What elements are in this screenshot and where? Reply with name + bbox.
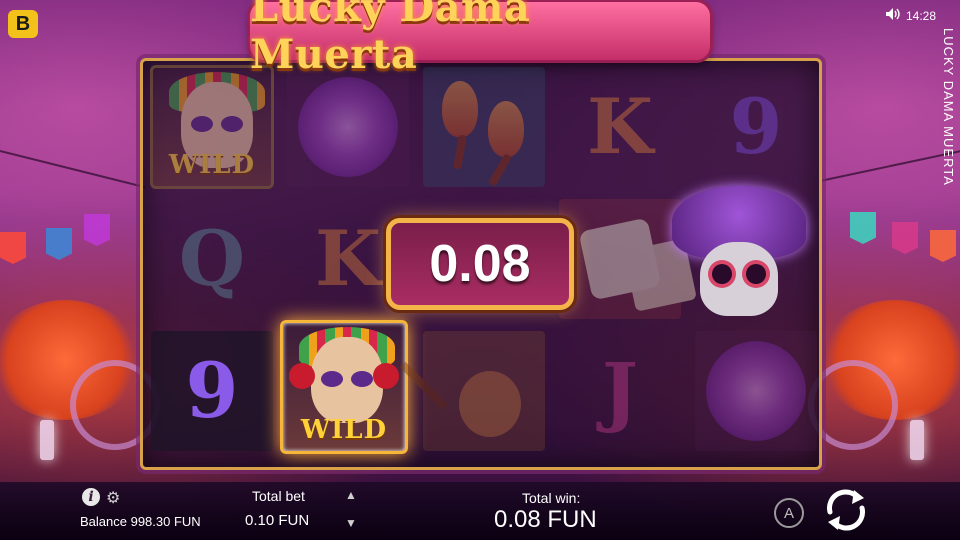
brand-logo-letter: B — [15, 12, 31, 35]
spin-arrows-icon — [827, 489, 865, 531]
face-paint — [191, 116, 213, 132]
sugar-skull-icon — [700, 242, 778, 316]
autoplay-icon: A — [783, 504, 794, 522]
candle — [910, 420, 924, 460]
flag-string-left — [0, 150, 146, 189]
wild-symbol-card: WILD — [280, 320, 408, 454]
dahlia-flower-icon — [298, 77, 398, 177]
reel-symbol-j: J — [555, 327, 685, 455]
letter-q-symbol: Q — [178, 214, 246, 303]
reel-symbol-9: 9 — [691, 63, 821, 191]
reel-symbol-maracas — [419, 63, 549, 191]
info-icon: i — [88, 489, 94, 505]
status-bar: 14:28 — [885, 8, 936, 23]
bet-decrease-button[interactable]: ▼ — [345, 516, 357, 530]
reel-symbol-wild: WILD — [279, 320, 409, 454]
flag-string-right — [819, 148, 960, 182]
papel-picado-flag — [0, 232, 26, 264]
papel-picado-flag — [892, 222, 918, 254]
settings-button[interactable]: ⚙ — [106, 488, 120, 508]
sugar-skull-sombrero-symbol — [672, 186, 806, 326]
maracas-icon — [434, 77, 534, 187]
game-background: B 14:28 LUCKY DAMA MUERTA WILD K 9 Q K 9… — [0, 0, 960, 540]
game-title: Lucky Dama Muerta — [250, 0, 531, 78]
clock-time: 14:28 — [905, 8, 936, 23]
letter-j-symbol: J — [602, 346, 638, 435]
face-paint — [321, 371, 343, 387]
reel-symbol-dice — [555, 195, 685, 323]
rose-icon — [373, 363, 399, 389]
face-paint — [221, 116, 243, 132]
reel-symbol-k: K — [555, 63, 685, 191]
win-amount: 0.08 — [429, 235, 531, 293]
number-9-symbol: 9 — [185, 346, 239, 435]
bet-increase-button[interactable]: ▲ — [345, 488, 357, 502]
letter-k-symbol: K — [314, 214, 382, 303]
wild-label: WILD — [168, 150, 256, 180]
letter-k-symbol: K — [586, 82, 654, 171]
papel-picado-flag — [46, 228, 72, 260]
total-bet-value: 0.10 FUN — [245, 512, 310, 529]
number-9-symbol: 9 — [729, 82, 783, 171]
reel-symbol-wild: WILD — [147, 63, 277, 191]
balance-display: Balance 998.30 FUN — [80, 514, 201, 529]
wild-symbol-card: WILD — [150, 65, 274, 189]
gear-icon: ⚙ — [106, 490, 121, 507]
info-button[interactable]: i — [82, 488, 100, 506]
candle — [40, 420, 54, 460]
autoplay-button[interactable]: A — [774, 498, 804, 528]
guitar-icon — [399, 341, 529, 441]
total-win-label: Total win: — [522, 490, 581, 506]
bottom-control-bar — [0, 482, 960, 540]
reel-symbol-q: Q — [147, 195, 277, 323]
game-title-banner: Lucky Dama Muerta — [250, 0, 710, 78]
reel-symbol-guitar — [399, 327, 549, 455]
side-game-title: LUCKY DAMA MUERTA — [941, 28, 956, 186]
total-win-value: 0.08 FUN — [494, 506, 597, 533]
total-bet-label: Total bet — [252, 488, 305, 504]
papel-picado-flag — [850, 212, 876, 244]
papel-picado-flag — [84, 214, 110, 246]
papel-picado-flag — [930, 230, 956, 262]
spin-button[interactable] — [818, 484, 874, 536]
wild-label: WILD — [300, 415, 388, 445]
dice-icon — [578, 217, 662, 301]
brand-logo[interactable]: B — [8, 10, 38, 38]
rose-icon — [289, 363, 315, 389]
dahlia-flower-icon — [706, 341, 806, 441]
face-paint — [351, 371, 373, 387]
reel-symbol-flower — [691, 327, 821, 455]
reel-symbol-flower — [283, 63, 413, 191]
reel-symbol-9: 9 — [147, 327, 277, 455]
speaker-icon[interactable] — [885, 8, 900, 23]
win-amount-popup: 0.08 — [386, 218, 574, 310]
